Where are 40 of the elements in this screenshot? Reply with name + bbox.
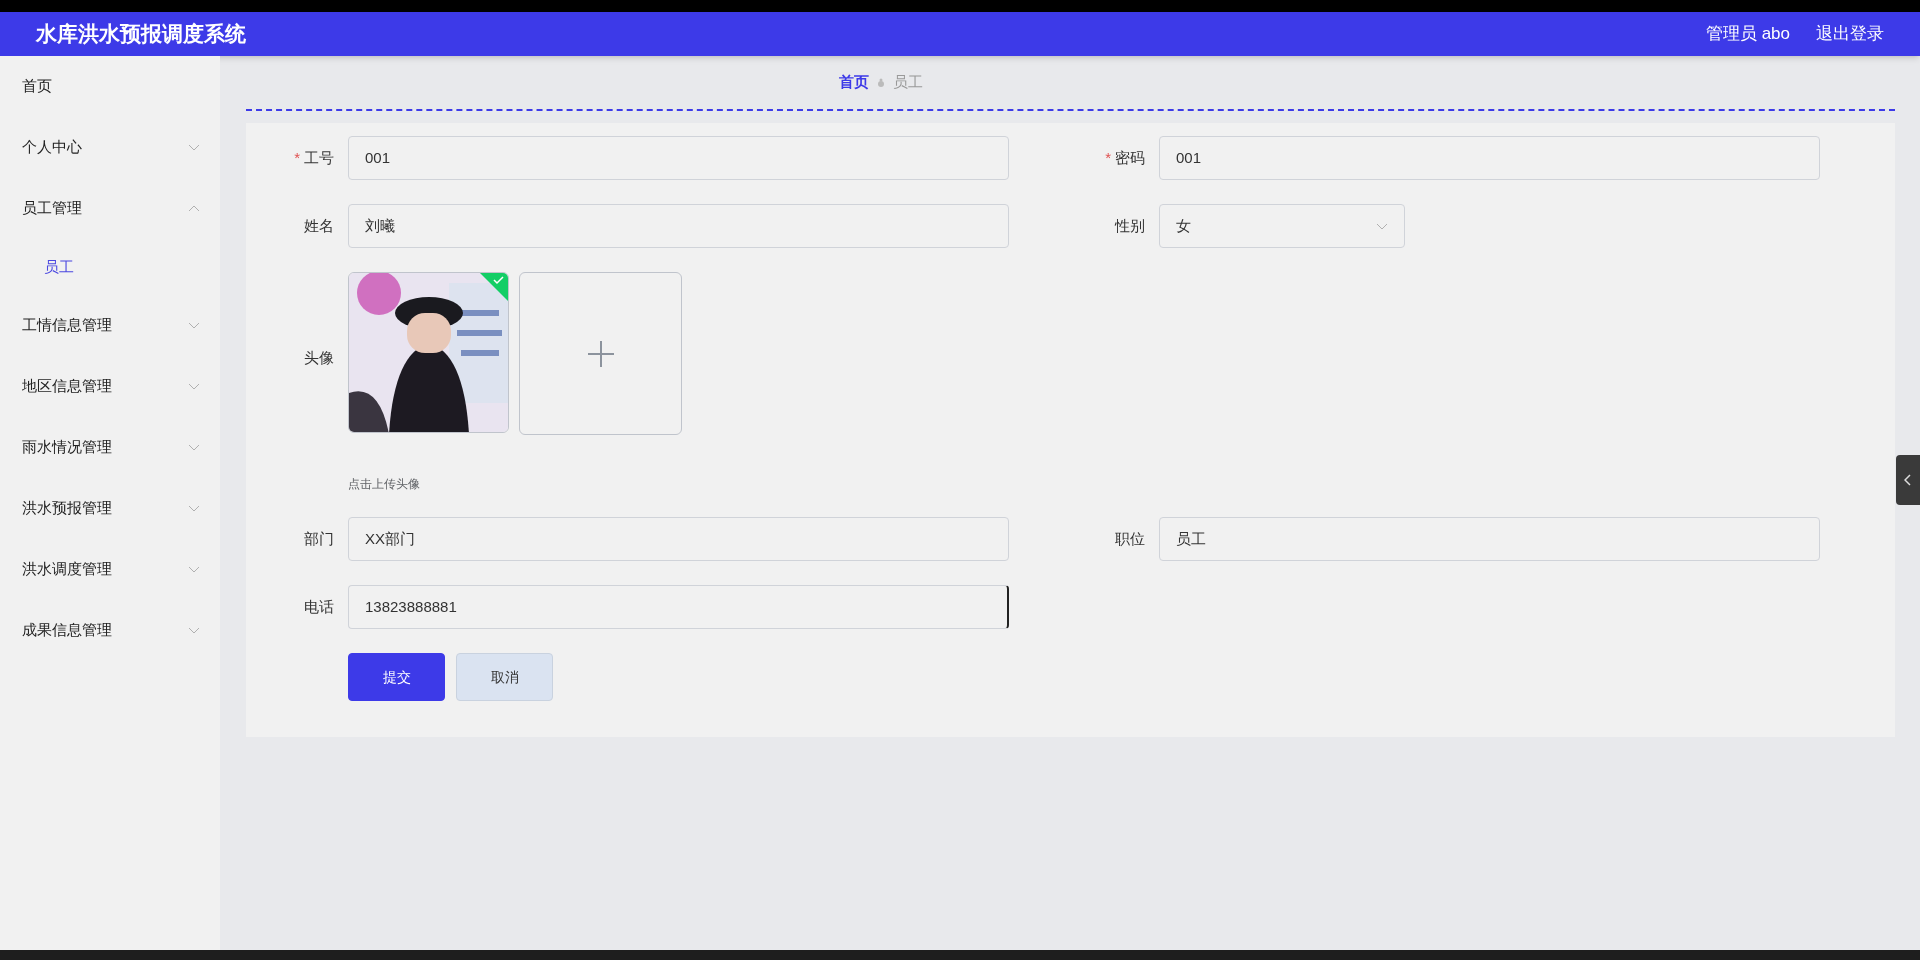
sidebar-subitem[interactable]: 员工: [0, 239, 220, 295]
sidebar-item[interactable]: 首页: [0, 56, 220, 117]
upload-hint: 点击上传头像: [348, 476, 421, 493]
field-label: 姓名: [304, 215, 334, 236]
field-label: 工号: [304, 147, 334, 168]
input-field[interactable]: XX部门: [348, 517, 1009, 561]
chevron-down-icon: [1376, 222, 1388, 230]
sidebar-item[interactable]: 员工管理: [0, 178, 220, 239]
required-mark: *: [1105, 147, 1111, 168]
submit-button[interactable]: 提交: [348, 653, 445, 701]
select-field[interactable]: 女: [1159, 204, 1405, 248]
input-field[interactable]: 001: [348, 136, 1009, 180]
breadcrumb-separator-icon: [876, 77, 885, 88]
field-label: 部门: [304, 528, 334, 549]
sidebar-item[interactable]: 洪水预报管理: [0, 478, 220, 539]
field-label: 性别: [1115, 215, 1145, 236]
success-badge: [480, 273, 508, 301]
sidebar-item[interactable]: 雨水情况管理: [0, 417, 220, 478]
collapse-tab[interactable]: [1896, 455, 1920, 505]
sidebar-item[interactable]: 成果信息管理: [0, 600, 220, 661]
field-label: 密码: [1115, 147, 1145, 168]
plus-icon: [586, 339, 615, 368]
required-mark: *: [294, 147, 300, 168]
sidebar-item[interactable]: 工情信息管理: [0, 295, 220, 356]
input-field[interactable]: 员工: [1159, 517, 1820, 561]
sidebar-item[interactable]: 地区信息管理: [0, 356, 220, 417]
input-field[interactable]: 001: [1159, 136, 1820, 180]
field-label: 电话: [304, 596, 334, 617]
cancel-button[interactable]: 取消: [456, 653, 553, 701]
breadcrumb-link[interactable]: 首页: [838, 71, 869, 94]
logout-link[interactable]: 退出登录: [1816, 21, 1884, 47]
app-title: 水库洪水预报调度系统: [36, 21, 246, 48]
chevron-left-icon: [1904, 474, 1912, 486]
sidebar-item[interactable]: 洪水调度管理: [0, 539, 220, 600]
sidebar-item[interactable]: 个人中心: [0, 117, 220, 178]
field-label: 头像: [304, 348, 334, 368]
field-label: 职位: [1115, 528, 1145, 549]
input-field[interactable]: 13823888881: [348, 585, 1009, 629]
user-name: 管理员 abo: [1705, 23, 1790, 46]
input-field[interactable]: 刘曦: [348, 204, 1009, 248]
